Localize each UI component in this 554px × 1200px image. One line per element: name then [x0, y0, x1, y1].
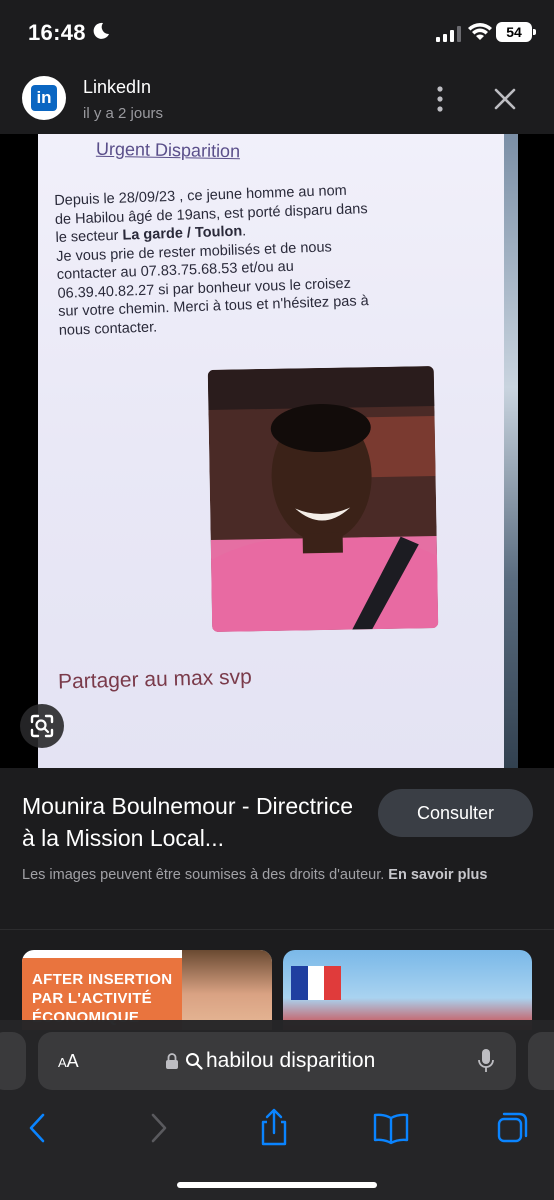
home-indicator[interactable]	[177, 1182, 377, 1188]
thumbnail-line: AFTER INSERTION	[32, 971, 173, 988]
close-icon[interactable]	[490, 84, 520, 114]
wifi-icon	[468, 23, 492, 40]
thumbnail-line: PAR L'ACTIVITÉ	[32, 990, 152, 1007]
related-images: AFTER INSERTION PAR L'ACTIVITÉ ÉCONOMIQU…	[0, 950, 554, 1030]
result-info: Mounira Boulnemour - Directrice à la Mis…	[0, 768, 554, 930]
related-image-thumbnail[interactable]: AFTER INSERTION PAR L'ACTIVITÉ ÉCONOMIQU…	[22, 950, 272, 1030]
bookmarks-icon[interactable]	[369, 1106, 413, 1150]
share-icon[interactable]	[252, 1106, 296, 1150]
forward-icon[interactable]	[136, 1106, 180, 1150]
source-name[interactable]: LinkedIn	[83, 77, 151, 98]
linkedin-logo-icon: in	[31, 85, 57, 111]
thumbnail-photo	[182, 950, 272, 1030]
thumbnail-text: AFTER INSERTION PAR L'ACTIVITÉ ÉCONOMIQU…	[32, 970, 172, 1027]
french-flag-icon	[291, 966, 342, 1000]
poster-location: La garde / Toulon	[122, 223, 243, 244]
browser-toolbar: AA habilou disparition	[0, 1020, 554, 1200]
visual-lookup-button[interactable]	[20, 704, 64, 748]
result-title[interactable]: Mounira Boulnemour - Directrice à la Mis…	[22, 790, 362, 854]
mic-icon[interactable]	[478, 1049, 494, 1073]
reader-settings-button[interactable]: AA	[58, 1051, 79, 1072]
lens-icon	[30, 714, 54, 738]
previous-tab-peek[interactable]	[0, 1032, 26, 1090]
status-bar: 16:48 54	[0, 0, 554, 66]
source-date: il y a 2 jours	[83, 105, 164, 122]
missing-person-poster: Urgent Disparition Depuis le 28/09/23 , …	[38, 134, 504, 768]
consult-button[interactable]: Consulter	[378, 789, 533, 837]
tabs-icon[interactable]	[488, 1106, 532, 1150]
related-image-thumbnail[interactable]	[283, 950, 532, 1030]
copyright-notice: Les images peuvent être soumises à des d…	[22, 864, 522, 886]
result-image[interactable]: Urgent Disparition Depuis le 28/09/23 , …	[0, 134, 554, 768]
source-avatar[interactable]: in	[22, 76, 66, 120]
poster-title: Urgent Disparition	[95, 138, 241, 162]
search-query[interactable]: habilou disparition	[206, 1049, 375, 1073]
back-icon[interactable]	[16, 1106, 60, 1150]
poster-line-suffix: .	[241, 223, 247, 240]
search-icon	[186, 1053, 203, 1070]
address-bar[interactable]: AA habilou disparition	[38, 1032, 516, 1090]
person-photo	[207, 366, 439, 632]
poster-text: Depuis le 28/09/23 , ce jeune homme au n…	[54, 179, 429, 340]
lock-icon	[166, 1053, 178, 1069]
next-tab-peek[interactable]	[528, 1032, 554, 1090]
status-time: 16:48	[28, 20, 86, 45]
copyright-text: Les images peuvent être soumises à des d…	[22, 867, 389, 883]
result-header: in LinkedIn il y a 2 jours	[0, 66, 554, 134]
poster-footer: Partager au max svp	[57, 665, 253, 694]
learn-more-link[interactable]: En savoir plus	[388, 867, 487, 883]
navigation-bar	[0, 1106, 554, 1150]
battery-indicator: 54	[496, 22, 536, 42]
poster-line-prefix: le secteur	[55, 227, 123, 246]
signal-icon	[436, 26, 461, 42]
moon-icon	[93, 22, 109, 39]
more-icon[interactable]	[428, 84, 452, 114]
